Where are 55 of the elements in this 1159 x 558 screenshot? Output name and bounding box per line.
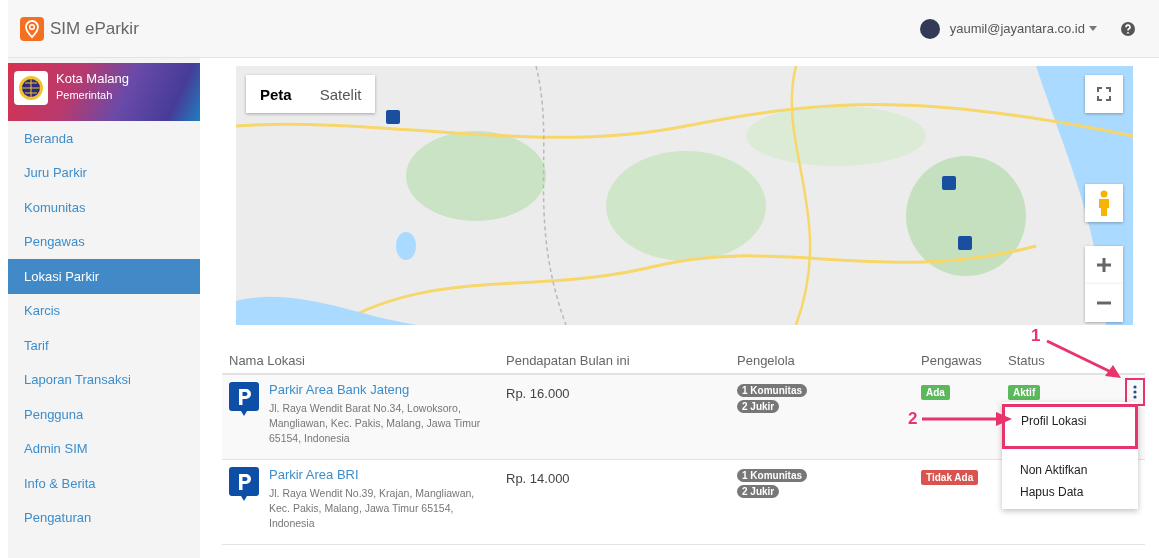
count-badge: 1 Komunitas — [737, 384, 807, 397]
step-number: 2 — [908, 409, 918, 429]
status-label: Aktif — [1008, 385, 1041, 400]
sidebar-item[interactable]: Komunitas — [8, 190, 200, 225]
sidebar-item[interactable]: Pengguna — [8, 397, 200, 432]
column-header: Nama Lokasi — [229, 352, 306, 368]
income-cell-text: Rp. 14.000 — [506, 471, 571, 486]
column-header: Status — [1008, 352, 1046, 368]
sidebar-item[interactable]: Laporan Transaksi — [8, 362, 200, 397]
app-title: SIM eParkir — [50, 18, 139, 39]
map-type-tab[interactable]: Satelit — [305, 75, 376, 113]
location-address: Jl. Raya Wendit Barat No.34, Lowoksoro, Mangliawan, Kec. Pakis, Malang, Jawa Timur 65154, Indonesia — [269, 401, 482, 446]
sidebar-item[interactable]: Pengaturan — [8, 500, 200, 535]
location-link[interactable]: Parkir Area BRI — [269, 467, 494, 482]
user-avatar — [919, 18, 940, 39]
income-cell-text: Rp. 16.000 — [506, 386, 571, 401]
count-badge: 2 Jukir — [737, 485, 780, 498]
zoom-in-button[interactable] — [1085, 246, 1123, 284]
pin-logo-icon — [20, 16, 44, 41]
sidebar-item[interactable]: Pengawas — [8, 224, 200, 259]
supervisor-label: Tidak Ada — [921, 470, 979, 485]
minus-icon — [1096, 301, 1112, 305]
count-badge: 2 Jukir — [737, 400, 780, 413]
step-number: 1 — [1031, 326, 1041, 346]
parking-icon — [229, 382, 259, 416]
sidebar-item[interactable]: Info & Berita — [8, 466, 200, 501]
help-icon[interactable] — [1121, 21, 1135, 36]
emblem-icon — [14, 71, 48, 105]
count-badge: 1 Komunitas — [737, 469, 807, 482]
location-address: Jl. Raya Wendit No.39, Krajan, Mangliawan, Kec. Pakis, Malang, Jawa Timur 65154, Indonesia — [269, 486, 476, 531]
caret-icon — [1089, 26, 1097, 31]
organization-name: Kota Malang — [56, 71, 129, 86]
sidebar-item[interactable]: Lokasi Parkir — [8, 259, 200, 294]
organization-type: Pemerintah — [56, 89, 114, 101]
column-header: Pendapatan Bulan ini — [506, 352, 631, 368]
user-menu[interactable]: yaumil@jayantara.co.id — [949, 21, 1097, 36]
sidebar-item[interactable]: Karcis — [8, 293, 200, 328]
parking-icon — [229, 467, 259, 501]
supervisor-label: Ada — [921, 385, 950, 400]
menu-item[interactable]: Non Aktifkan — [1002, 459, 1138, 481]
fullscreen-button[interactable] — [1085, 75, 1123, 113]
more-icon — [1133, 385, 1137, 399]
plus-icon — [1096, 257, 1112, 273]
map-type-tab[interactable]: Peta — [246, 75, 306, 113]
column-header: Pengawas — [921, 352, 983, 368]
sidebar-item[interactable]: Juru Parkir — [8, 155, 200, 190]
location-link[interactable]: Parkir Area Bank Jateng — [269, 382, 494, 397]
menu-item[interactable]: Profil Lokasi — [1002, 404, 1138, 449]
fullscreen-icon — [1097, 87, 1111, 101]
sidebar-item[interactable]: Tarif — [8, 328, 200, 363]
sidebar-item[interactable]: Beranda — [8, 121, 200, 156]
menu-item[interactable]: Hapus Data — [1002, 481, 1138, 503]
sidebar-item[interactable]: Admin SIM — [8, 431, 200, 466]
column-header: Pengelola — [737, 352, 796, 368]
person-icon — [1097, 190, 1111, 216]
